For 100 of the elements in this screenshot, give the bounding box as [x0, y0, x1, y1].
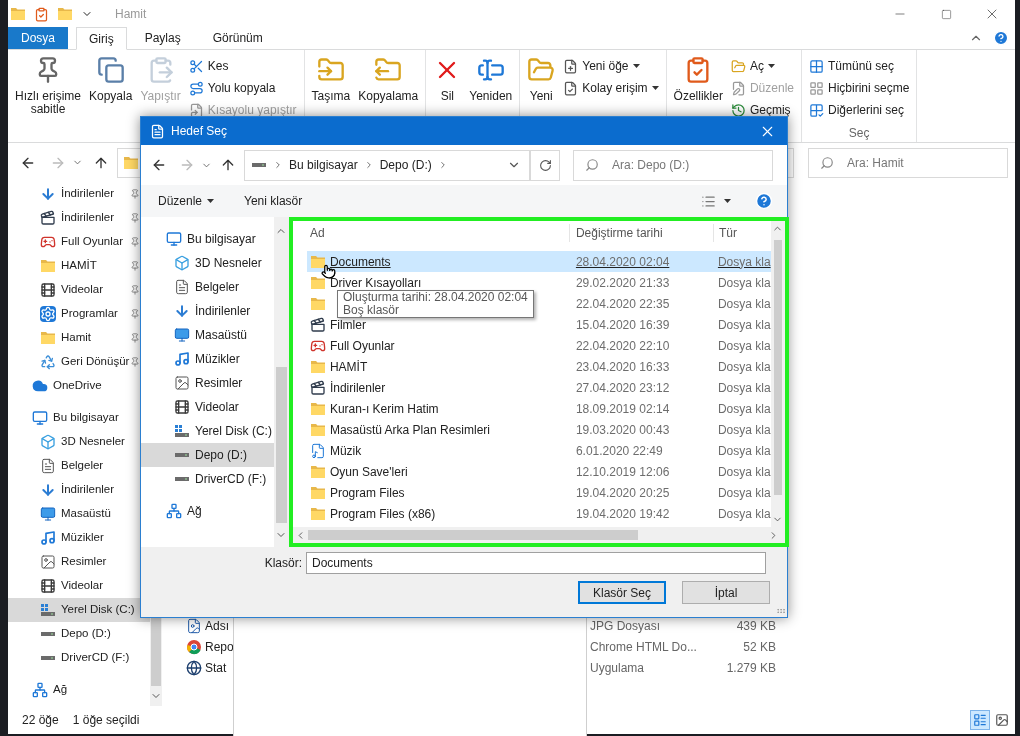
ribbon-tab[interactable]: Görünüm [198, 27, 277, 49]
column-header[interactable]: Tür [713, 224, 737, 242]
scrollbar-thumb[interactable] [307, 530, 638, 540]
nav-item[interactable]: Videolar [8, 574, 150, 598]
checklist-icon[interactable] [34, 6, 49, 22]
ribbon-button[interactable]: Yeni [524, 50, 559, 103]
modified-date: 29.02.2020 21:33 [574, 274, 671, 292]
folder-icon [40, 330, 56, 346]
nav-item[interactable]: Ağ [8, 678, 150, 702]
folder-icon [309, 274, 326, 291]
nav-label: Programlar [61, 306, 118, 322]
folder-icon [57, 6, 73, 22]
file-row[interactable]: Documents 28.04.2020 02:04 Dosya kla [306, 251, 771, 272]
nav-label: Müzikler [195, 351, 240, 368]
nav-label: Depo (D:) [61, 626, 111, 642]
file-check-icon [563, 80, 579, 96]
ribbon-button[interactable]: Geçmiş [727, 99, 797, 121]
film-icon [40, 282, 56, 298]
ribbon-button[interactable]: Kes [185, 55, 300, 77]
selection-count: 1 öğe seçildi [72, 712, 140, 729]
ribbon-button[interactable]: Aç [727, 55, 797, 77]
nav-item[interactable]: Yerel Disk (C:) [8, 598, 150, 622]
search-field[interactable]: Ara: Depo (D:) [573, 149, 773, 181]
file-type: Dosya kla [716, 295, 771, 313]
ribbon-button[interactable]: Yolu kopyala [185, 77, 300, 99]
file-name[interactable]: HAMİT [329, 357, 368, 376]
up-icon[interactable] [220, 157, 236, 173]
drive-icon [174, 452, 190, 458]
ribbon-button[interactable]: Hiçbirini seçme [805, 77, 913, 99]
column-header[interactable]: Değiştirme tarihi [569, 224, 714, 242]
help-icon[interactable] [993, 30, 1009, 46]
file-name[interactable]: Müzik [329, 441, 362, 460]
monitor-icon [174, 327, 190, 343]
file-name[interactable]: Driver Kısayolları [329, 273, 422, 292]
modified-date: 19.04.2020 20:25 [574, 484, 671, 502]
ribbon-button[interactable]: Diğerlerini seç [805, 99, 913, 121]
nav-item[interactable]: Resimler [8, 550, 150, 574]
ribbon-button[interactable]: Özellikler [670, 50, 726, 103]
resize-grip-icon[interactable] [776, 606, 786, 616]
refresh-button[interactable] [530, 149, 560, 181]
ribbon-button[interactable]: Hızlı erişime sabitle [12, 50, 84, 116]
nav-item[interactable]: Depo (D:) [141, 443, 274, 467]
new-folder-button[interactable]: Yeni klasör [244, 192, 303, 210]
nav-item[interactable]: Müzikler [8, 526, 150, 550]
file-tab[interactable]: Dosya [8, 27, 68, 49]
nav-item[interactable]: Depo (D:) [8, 622, 150, 646]
folder-field[interactable]: Documents [306, 552, 766, 574]
file-type: Chrome HTML Do... [590, 638, 698, 656]
nav-label: Ağ [53, 682, 68, 698]
nav-item[interactable]: İndirilenler [8, 206, 150, 230]
modified-date: 18.09.2019 02:14 [574, 400, 671, 418]
breadcrumb-item[interactable]: Bu bilgisayar [289, 156, 358, 174]
forward-icon[interactable] [179, 157, 195, 173]
ribbon-button[interactable]: Kolay erişim [560, 77, 662, 99]
search-field[interactable]: Ara: Hamit [808, 147, 1008, 178]
ribbon-tab[interactable]: Giriş [76, 27, 127, 50]
organize-button[interactable]: Düzenle [158, 192, 215, 210]
file-name[interactable]: Program Files (x86) [329, 504, 436, 523]
help-icon[interactable] [755, 192, 773, 210]
clapperboard-icon [309, 379, 326, 396]
nav-label: DriverCD (F:) [61, 650, 130, 666]
ribbon-tab[interactable]: Paylaş [130, 27, 195, 49]
nav-label: Depo (D:) [195, 447, 247, 464]
ribbon-button[interactable]: Taşıma [308, 50, 354, 103]
file-name[interactable]: İndirilenler [329, 378, 386, 397]
file-type: Dosya kla [716, 379, 771, 397]
ribbon-button[interactable]: Sil [430, 50, 465, 103]
monitor-icon [40, 506, 56, 522]
ribbon-button[interactable]: Kopyala [86, 50, 136, 103]
ribbon-button[interactable]: Tümünü seç [805, 55, 913, 77]
details-view-button[interactable] [970, 710, 990, 730]
nav-label: 3D Nesneler [195, 255, 262, 272]
folder-icon [309, 421, 326, 438]
nav-label: Bu bilgisayar [53, 410, 119, 426]
network-icon [166, 503, 182, 519]
breadcrumb-item[interactable]: Depo (D:) [379, 156, 432, 174]
dialog-button[interactable]: Klasör Seç [578, 581, 666, 604]
file-name[interactable]: Full Oyunlar [329, 336, 395, 355]
nav-item[interactable]: DriverCD (F:) [8, 646, 150, 670]
back-icon[interactable] [151, 157, 167, 173]
ribbon-button[interactable]: Yeni öğe [560, 55, 662, 77]
search-icon [820, 155, 834, 170]
scrollbar-thumb[interactable] [275, 367, 287, 523]
file-name[interactable]: Kuran-ı Kerim Hatim [329, 399, 439, 418]
file-name[interactable]: Masaüstü Arka Plan Resimleri [329, 420, 490, 439]
clapperboard-icon [40, 210, 56, 226]
column-header[interactable]: Ad [306, 224, 570, 242]
file-name[interactable]: Program Files [329, 483, 405, 502]
nav-label: İndirilenler [61, 482, 115, 498]
address-bar[interactable]: Bu bilgisayar Depo (D:) [244, 149, 530, 181]
view-options-button[interactable] [701, 193, 731, 209]
folder-icon [309, 295, 326, 312]
nav-item[interactable]: İndirilenler [8, 182, 150, 206]
nav-label: Masaüstü [61, 506, 111, 522]
file-name[interactable]: Oyun Save'leri [329, 462, 408, 481]
folder-icon [309, 253, 326, 270]
scrollbar-thumb[interactable] [773, 240, 782, 495]
ribbon-button[interactable]: Yeniden [466, 50, 516, 103]
dialog-button[interactable]: İptal [682, 581, 770, 604]
ribbon-button[interactable]: Kopyalama [355, 50, 422, 103]
